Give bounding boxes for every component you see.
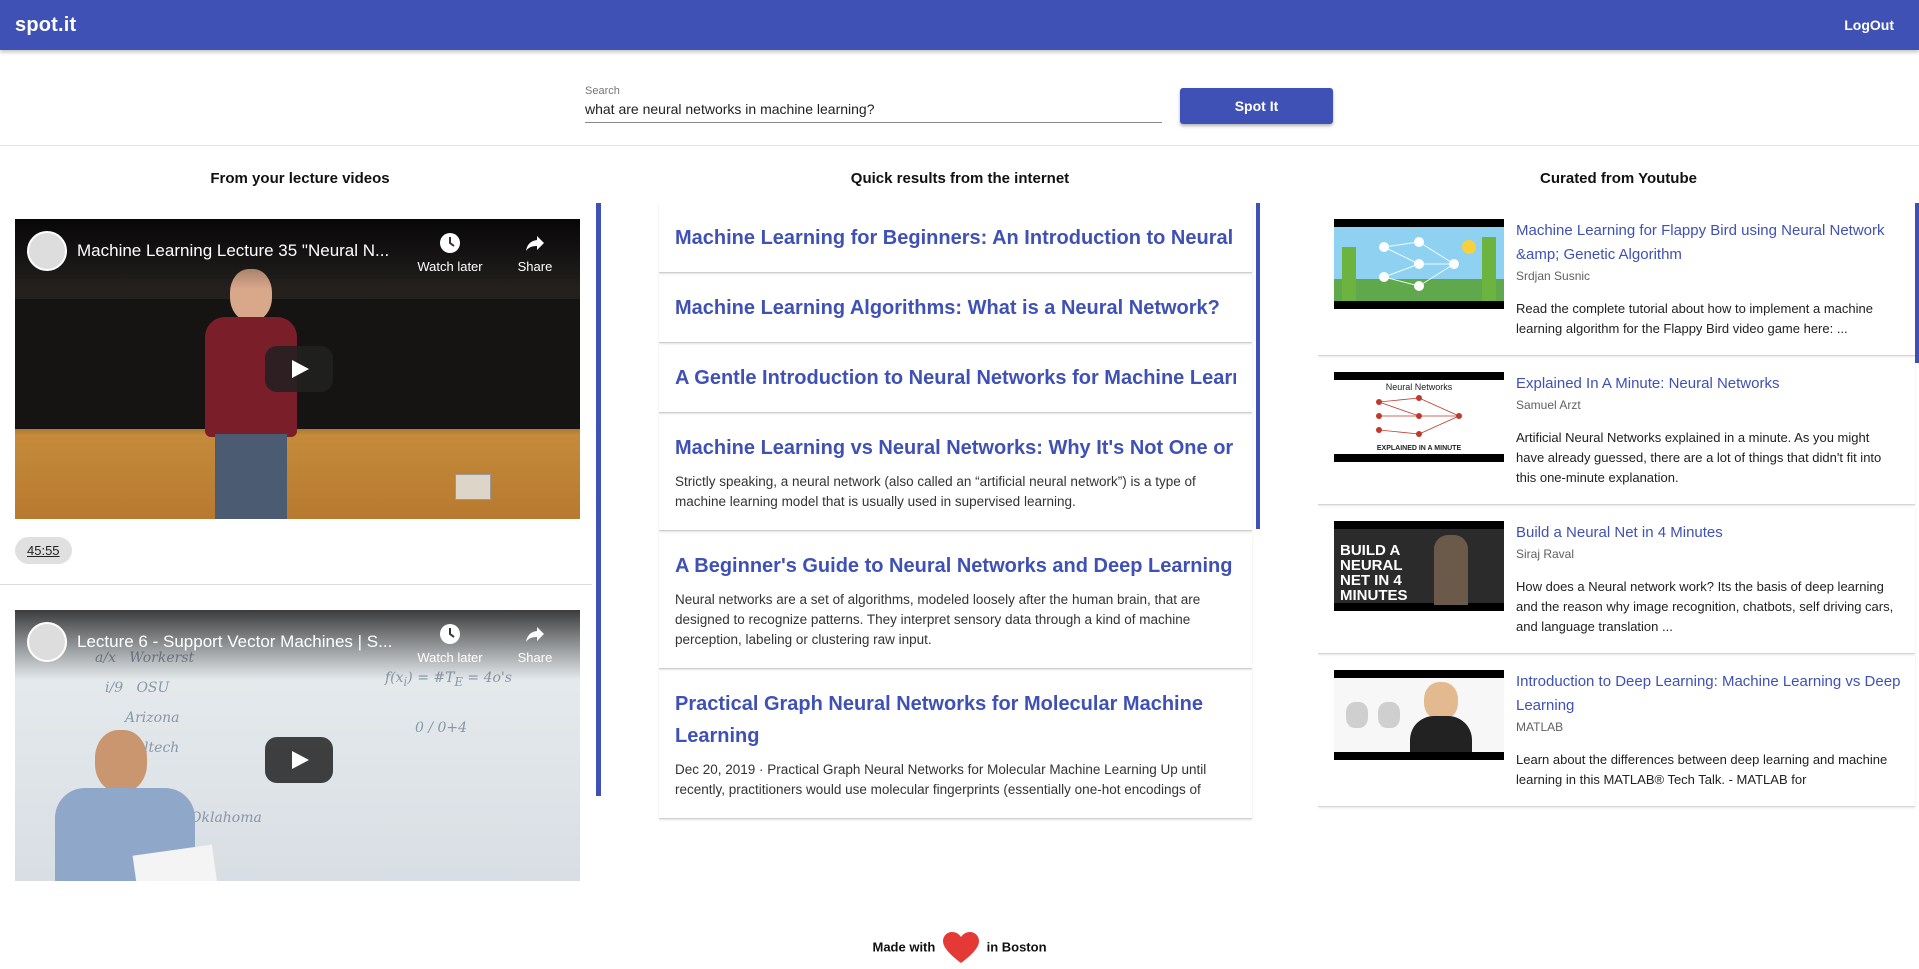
youtube-channel: MATLAB [1516, 720, 1564, 734]
scroll-indicator [596, 203, 601, 796]
youtube-item: Neural Networks EXPLAINED IN A MINUTE Ex… [1318, 356, 1915, 505]
result-item: Machine Learning Algorithms: What is a N… [659, 273, 1252, 343]
spot-it-button[interactable]: Spot It [1180, 88, 1333, 124]
video-title[interactable]: Machine Learning Lecture 35 "Neural N... [77, 241, 407, 261]
clock-icon [440, 233, 460, 253]
channel-avatar[interactable] [27, 231, 67, 271]
brand-logo[interactable]: spot.it [15, 14, 76, 37]
youtube-title-link[interactable]: Explained In A Minute: Neural Networks [1516, 372, 1901, 396]
result-snippet: Strictly speaking, a neural network (als… [675, 474, 1196, 509]
lecture-video-card: a/x Workerst i/9 OSU Arizona Caltech f(x… [0, 585, 592, 881]
video-player[interactable]: a/x Workerst i/9 OSU Arizona Caltech f(x… [15, 610, 580, 881]
youtube-thumbnail[interactable]: Neural Networks EXPLAINED IN A MINUTE [1334, 372, 1504, 462]
result-item: Machine Learning vs Neural Networks: Why… [659, 413, 1252, 531]
result-item: Machine Learning for Beginners: An Intro… [659, 203, 1252, 273]
thumbnail-caption: Neural Networks [1385, 382, 1453, 392]
result-snippet: Neural networks are a set of algorithms,… [675, 592, 1201, 647]
result-item: A Beginner's Guide to Neural Networks an… [659, 531, 1252, 669]
share-icon [526, 236, 544, 251]
youtube-title-link[interactable]: Build a Neural Net in 4 Minutes [1516, 521, 1901, 545]
youtube-title-link[interactable]: Machine Learning for Flappy Bird using N… [1516, 219, 1901, 267]
channel-avatar[interactable] [27, 622, 67, 662]
youtube-item: Introduction to Deep Learning: Machine L… [1318, 654, 1915, 807]
youtube-item: Machine Learning for Flappy Bird using N… [1318, 203, 1915, 356]
logout-button[interactable]: LogOut [1844, 17, 1894, 33]
search-field: Search [585, 85, 1162, 123]
youtube-item: BUILD A NEURAL NET IN 4 MINUTES Build a … [1318, 505, 1915, 654]
result-link[interactable]: Machine Learning for Beginners: An Intro… [675, 222, 1236, 254]
internet-results-panel[interactable]: Machine Learning for Beginners: An Intro… [596, 203, 1262, 881]
play-icon[interactable] [265, 346, 333, 392]
youtube-description: Read the complete tutorial about how to … [1516, 301, 1873, 336]
youtube-thumbnail[interactable]: BUILD A NEURAL NET IN 4 MINUTES [1334, 521, 1504, 611]
share-icon [526, 627, 544, 642]
scrollbar[interactable] [1256, 203, 1260, 529]
video-player[interactable]: Machine Learning Lecture 35 "Neural N...… [15, 219, 580, 519]
footer-text-after: in Boston [986, 939, 1047, 955]
result-link[interactable]: A Beginner's Guide to Neural Networks an… [675, 550, 1236, 582]
youtube-thumbnail[interactable] [1334, 670, 1504, 760]
search-input[interactable] [585, 97, 1162, 123]
internet-column-title: Quick results from the internet [850, 170, 1070, 187]
heart-icon [942, 932, 979, 963]
watch-later-button[interactable]: Watch later [415, 231, 485, 274]
youtube-thumbnail[interactable] [1334, 219, 1504, 309]
result-link[interactable]: Practical Graph Neural Networks for Mole… [675, 688, 1236, 752]
lecture-videos-panel[interactable]: Machine Learning Lecture 35 "Neural N...… [0, 203, 592, 881]
result-snippet: Dec 20, 2019 · Practical Graph Neural Ne… [675, 762, 1207, 797]
watch-later-label: Watch later [417, 650, 483, 665]
search-label: Search [585, 85, 620, 97]
share-label: Share [517, 259, 553, 274]
lecture-column-title: From your lecture videos [210, 170, 390, 187]
youtube-description: Learn about the differences between deep… [1516, 752, 1888, 787]
share-button[interactable]: Share [505, 231, 565, 274]
footer-text-before: Made with [872, 939, 936, 955]
clock-icon [440, 624, 460, 644]
watch-later-button[interactable]: Watch later [415, 622, 485, 665]
youtube-column-title: Curated from Youtube [1540, 170, 1697, 187]
youtube-title-link[interactable]: Introduction to Deep Learning: Machine L… [1516, 670, 1901, 718]
result-item: A Gentle Introduction to Neural Networks… [659, 343, 1252, 413]
youtube-channel: Srdjan Susnic [1516, 269, 1591, 283]
share-button[interactable]: Share [505, 622, 565, 665]
result-item: Practical Graph Neural Networks for Mole… [659, 669, 1252, 819]
footer: Made with in Boston [0, 932, 1919, 964]
result-link[interactable]: Machine Learning Algorithms: What is a N… [675, 292, 1236, 324]
result-link[interactable]: Machine Learning vs Neural Networks: Why… [675, 432, 1236, 464]
watch-later-label: Watch later [417, 259, 483, 274]
youtube-channel: Samuel Arzt [1516, 398, 1581, 412]
result-link[interactable]: A Gentle Introduction to Neural Networks… [675, 362, 1236, 394]
youtube-description: Artificial Neural Networks explained in … [1516, 430, 1882, 485]
lecture-video-card: Machine Learning Lecture 35 "Neural N...… [0, 203, 592, 585]
thumbnail-caption: EXPLAINED IN A MINUTE [1376, 445, 1462, 452]
youtube-channel: Siraj Raval [1516, 547, 1575, 561]
share-label: Share [517, 650, 553, 665]
play-icon[interactable] [265, 737, 333, 783]
app-bar: spot.it LogOut [0, 0, 1919, 50]
timestamp-chip[interactable]: 45:55 [15, 537, 72, 564]
youtube-description: How does a Neural network work? Its the … [1516, 579, 1894, 634]
youtube-results-panel[interactable]: Machine Learning for Flappy Bird using N… [1318, 203, 1919, 881]
video-title[interactable]: Lecture 6 - Support Vector Machines | S.… [77, 632, 407, 652]
thumbnail-caption: BUILD A NEURAL NET IN 4 MINUTES [1340, 542, 1408, 604]
divider [0, 145, 1919, 146]
scrollbar[interactable] [1915, 203, 1919, 363]
